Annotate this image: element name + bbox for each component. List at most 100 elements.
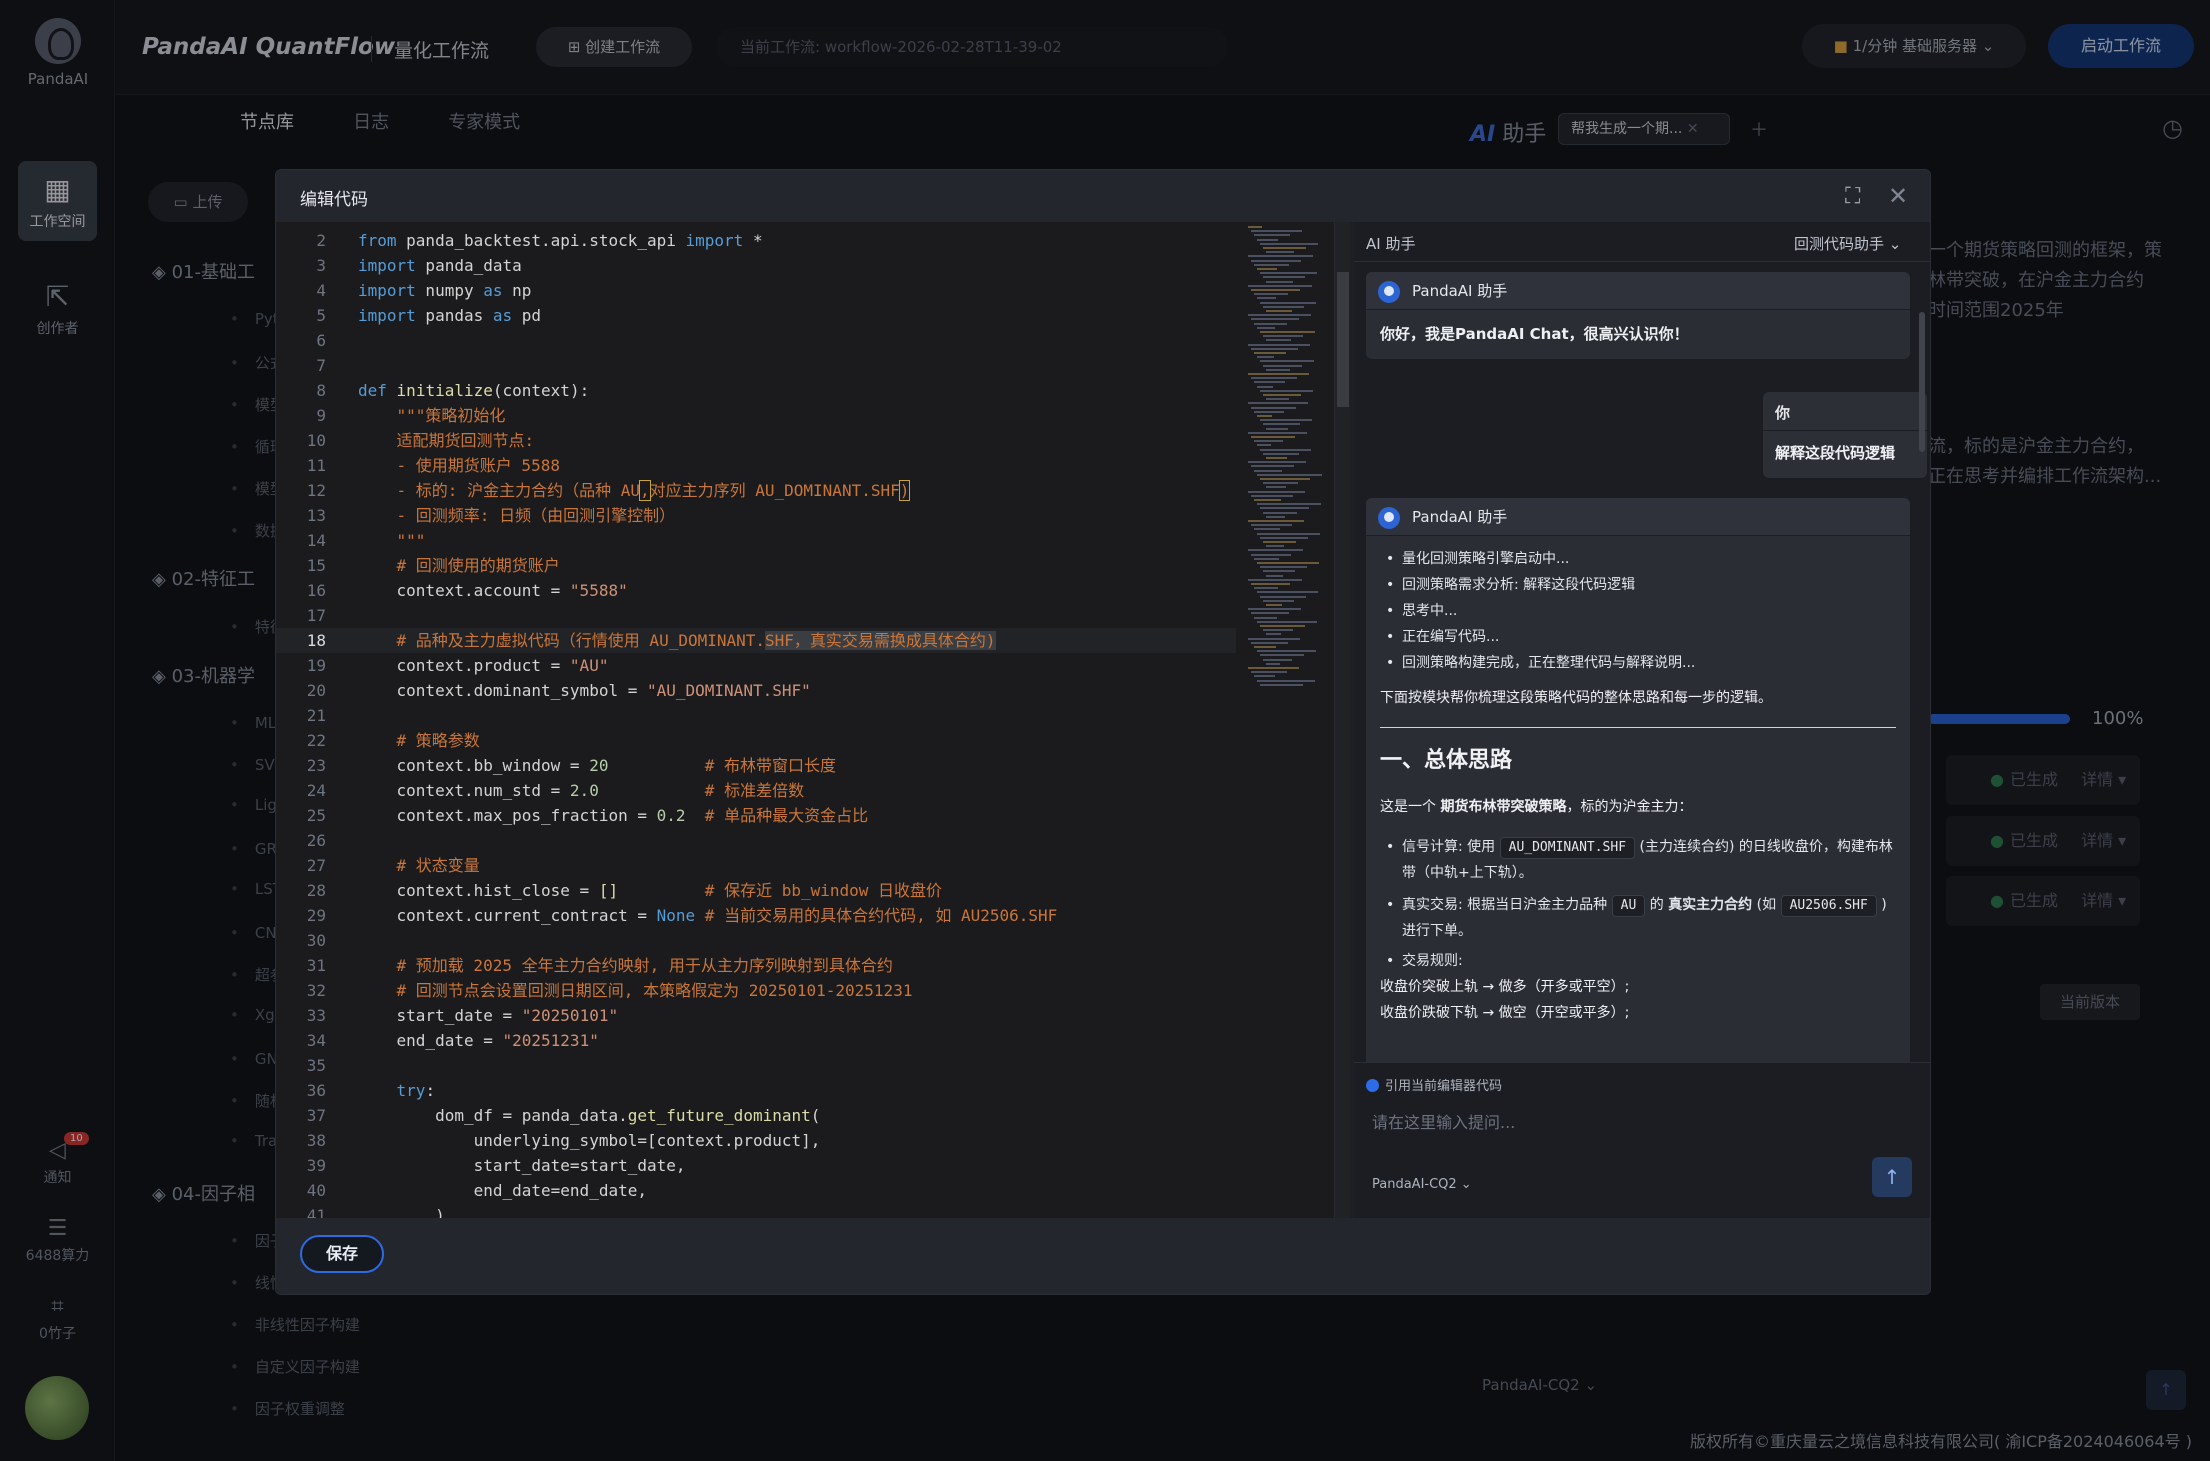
line-number: 3 <box>316 256 326 275</box>
minimap-line <box>1266 427 1288 430</box>
code-minimap[interactable] <box>1244 222 1334 722</box>
send-arrow-icon[interactable]: ↑ <box>1872 1157 1912 1197</box>
minimap-line <box>1257 679 1315 682</box>
minimap-line <box>1266 339 1291 342</box>
code-line[interactable]: 12 - 标的: 沪金主力合约（品种 AU,对应主力序列 AU_DOMINANT… <box>276 478 1236 503</box>
line-number: 12 <box>306 481 326 500</box>
code-line[interactable]: 25 context.max_pos_fraction = 0.2 # 单品种最… <box>276 803 1236 828</box>
save-button[interactable]: 保存 <box>300 1235 384 1273</box>
line-text: context.num_std = 2.0 # 标准差倍数 <box>358 781 805 800</box>
code-line[interactable]: 36 try: <box>276 1078 1236 1103</box>
code-line[interactable]: 38 underlying_symbol=[context.product], <box>276 1128 1236 1153</box>
minimap-line <box>1260 478 1310 480</box>
minimap-line <box>1260 595 1306 598</box>
line-text: try: <box>396 1081 436 1100</box>
code-line[interactable]: 20 context.dominant_symbol = "AU_DOMINAN… <box>276 678 1236 703</box>
ai-assistant-panel: AI 助手 回测代码助手 ⌄ PandaAI 助手 你好，我是PandaAI C… <box>1354 222 1930 1218</box>
code-line[interactable]: 6 <box>276 328 1236 353</box>
code-line[interactable]: 39 start_date=start_date, <box>276 1153 1236 1178</box>
code-line[interactable]: 23 context.bb_window = 20 # 布林带窗口长度 <box>276 753 1236 778</box>
minimap-line <box>1254 440 1283 443</box>
minimap-line <box>1251 289 1300 291</box>
ai-mode-select[interactable]: 回测代码助手 ⌄ <box>1794 233 1901 254</box>
minimap-line <box>1254 469 1282 472</box>
minimap-line <box>1263 452 1299 455</box>
modal-footer: 保存 <box>276 1218 1930 1294</box>
code-line[interactable]: 27 # 状态变量 <box>276 853 1236 878</box>
code-line[interactable]: 2 from panda_backtest.api.stock_api impor… <box>276 228 1236 253</box>
code-line[interactable]: 3 import panda_data <box>276 253 1236 278</box>
code-line[interactable]: 5 import pandas as pd <box>276 303 1236 328</box>
minimap-line <box>1257 562 1319 564</box>
code-line[interactable]: 21 <box>276 703 1236 728</box>
code-line[interactable]: 4 import numpy as np <box>276 278 1236 303</box>
edit-code-modal: 编辑代码 ⛶ ✕ 2 from panda_backtest.api.stock_… <box>275 169 1931 1295</box>
line-text: context.hist_close = [] # 保存近 bb_window … <box>358 881 943 900</box>
minimap-line <box>1263 394 1301 396</box>
minimap-line <box>1266 486 1286 489</box>
code-line[interactable]: 7 <box>276 353 1236 378</box>
minimap-line <box>1260 625 1305 627</box>
editor-scroll-thumb[interactable] <box>1337 272 1349 407</box>
code-line[interactable]: 33 start_date = "20250101" <box>276 1003 1236 1028</box>
line-text: - 标的: 沪金主力合约（品种 AU,对应主力序列 AU_DOMINANT.SH… <box>396 480 911 501</box>
fullscreen-icon[interactable]: ⛶ <box>1845 184 1860 209</box>
code-line[interactable]: 24 context.num_std = 2.0 # 标准差倍数 <box>276 778 1236 803</box>
code-line[interactable]: 13 - 回测频率: 日频（由回测引擎控制） <box>276 503 1236 528</box>
minimap-line <box>1251 377 1297 380</box>
minimap-line <box>1248 578 1302 581</box>
minimap-line <box>1266 545 1284 548</box>
code-line[interactable]: 35 <box>276 1053 1236 1078</box>
step-item: 量化回测策略引擎启动中... <box>1380 546 1896 572</box>
minimap-line <box>1251 465 1294 468</box>
code-line[interactable]: 18 # 品种及主力虚拟代码（行情使用 AU_DOMINANT.SHF，真实交易… <box>276 628 1236 653</box>
chat-scroll-thumb[interactable] <box>1919 312 1925 452</box>
minimap-line <box>1263 335 1303 338</box>
bot-name: PandaAI 助手 <box>1412 508 1508 526</box>
code-line[interactable]: 41 ) <box>276 1203 1236 1218</box>
code-line[interactable]: 32 # 回测节点会设置回测日期区间, 本策略假定为 20250101-2025… <box>276 978 1236 1003</box>
minimap-line <box>1260 654 1304 657</box>
code-line[interactable]: 8 def initialize(context): <box>276 378 1236 403</box>
code-line[interactable]: 28 context.hist_close = [] # 保存近 bb_wind… <box>276 878 1236 903</box>
editor-scrollbar[interactable] <box>1334 222 1350 1218</box>
line-number: 28 <box>306 881 326 900</box>
minimap-line <box>1266 604 1282 606</box>
code-line[interactable]: 26 <box>276 828 1236 853</box>
user-label: 你 <box>1775 404 1791 422</box>
minimap-line <box>1263 276 1305 279</box>
step-item: 回测策略需求分析: 解释这段代码逻辑 <box>1380 572 1896 598</box>
line-text: context.bb_window = 20 # 布林带窗口长度 <box>358 756 837 775</box>
chat-input[interactable]: 请在这里输入提问... <box>1372 1109 1515 1133</box>
line-number: 19 <box>306 656 326 675</box>
code-line[interactable]: 22 # 策略参数 <box>276 728 1236 753</box>
summary-post: ，标的为沪金主力： <box>1566 799 1693 815</box>
minimap-line <box>1257 268 1277 270</box>
code-line[interactable]: 16 context.account = "5588" <box>276 578 1236 603</box>
minimap-line <box>1263 364 1302 367</box>
close-icon[interactable]: ✕ <box>1888 182 1908 210</box>
code-line[interactable]: 10 适配期货回测节点: <box>276 428 1236 453</box>
code-line[interactable]: 9 """策略初始化 <box>276 403 1236 428</box>
code-line[interactable]: 14 """ <box>276 528 1236 553</box>
line-text: context.current_contract = None # 当前交易用的… <box>358 906 1058 925</box>
line-text: # 回测使用的期货账户 <box>396 556 560 575</box>
code-line[interactable]: 31 # 预加载 2025 全年主力合约映射, 用于从主力序列映射到具体合约 <box>276 953 1236 978</box>
code-line[interactable]: 30 <box>276 928 1236 953</box>
code-line[interactable]: 34 end_date = "20251231" <box>276 1028 1236 1053</box>
code-line[interactable]: 29 context.current_contract = None # 当前交… <box>276 903 1236 928</box>
code-editor[interactable]: 2 from panda_backtest.api.stock_api impor… <box>276 222 1334 1218</box>
code-line[interactable]: 15 # 回测使用的期货账户 <box>276 553 1236 578</box>
cite-editor-code-toggle[interactable]: 引用当前编辑器代码 <box>1366 1075 1502 1094</box>
minimap-line <box>1257 356 1274 359</box>
app-root: PandaAI ▦ 工作空间 ⇱ 创作者 ◁ 10 通知 ☰ 6488算力 ⌗ 0… <box>0 0 2210 1461</box>
code-line[interactable]: 40 end_date=end_date, <box>276 1178 1236 1203</box>
line-text: # 回测节点会设置回测日期区间, 本策略假定为 20250101-2025123… <box>396 981 913 1000</box>
code-line[interactable]: 19 context.product = "AU" <box>276 653 1236 678</box>
code-line[interactable]: 37 dom_df = panda_data.get_future_domina… <box>276 1103 1236 1128</box>
minimap-line <box>1257 297 1276 300</box>
code-line[interactable]: 11 - 使用期货账户 5588 <box>276 453 1236 478</box>
bot-name: PandaAI 助手 <box>1412 282 1508 300</box>
code-line[interactable]: 17 <box>276 603 1236 628</box>
model-select[interactable]: PandaAI-CQ2 ⌄ <box>1372 1177 1472 1192</box>
